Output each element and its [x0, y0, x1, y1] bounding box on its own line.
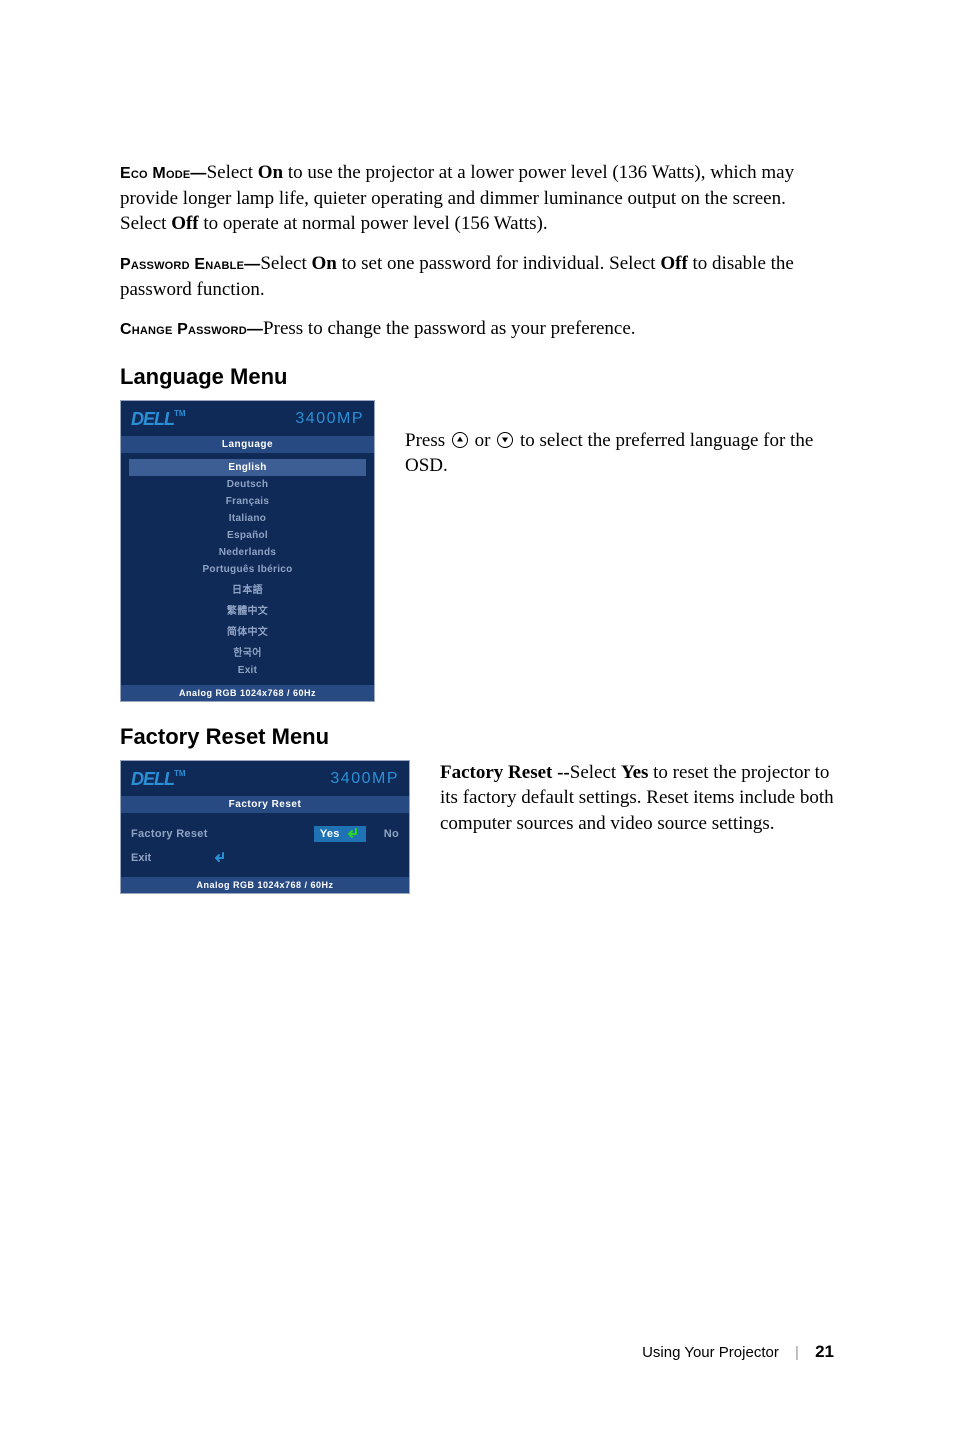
language-option: 简体中文	[129, 620, 366, 641]
page-footer: Using Your Projector | 21	[642, 1342, 834, 1362]
eco-mode-off: Off	[171, 213, 198, 234]
eco-mode-paragraph: Eco Mode—Select On to use the projector …	[120, 160, 834, 237]
enter-icon	[344, 828, 358, 840]
dell-tm: TM	[174, 409, 186, 418]
factory-menu-status: Analog RGB 1024x768 / 60Hz	[121, 877, 409, 893]
change-password-paragraph: Change Password—Press to change the pass…	[120, 316, 834, 342]
factory-exit-row: Exit	[129, 847, 401, 869]
language-option: Español	[129, 527, 366, 544]
model-label: 3400MP	[330, 770, 399, 788]
factory-reset-row: DELLTM 3400MP Factory Reset Factory Rese…	[120, 760, 834, 894]
language-option: English	[129, 459, 366, 476]
eco-mode-text-1: Select	[207, 162, 258, 183]
factory-reset-heading: Factory Reset Menu	[120, 724, 834, 750]
factory-menu-title: Factory Reset	[121, 796, 409, 813]
enter-icon	[211, 852, 225, 864]
language-option: Nederlands	[129, 544, 366, 561]
language-option: Français	[129, 493, 366, 510]
language-option: Português Ibérico	[129, 561, 366, 578]
factory-reset-no: No	[384, 828, 399, 840]
footer-page-number: 21	[815, 1342, 834, 1361]
pw-enable-off: Off	[660, 253, 687, 274]
factory-reset-label: Factory Reset	[131, 828, 208, 840]
pw-enable-text-2: to set one password for individual. Sele…	[337, 253, 660, 274]
fr-desc-head: Factory Reset --	[440, 762, 570, 783]
language-option: Deutsch	[129, 476, 366, 493]
pw-enable-head: Password Enable—	[120, 256, 260, 273]
down-arrow-icon	[497, 432, 513, 448]
language-menu-desc: Press or to select the preferred languag…	[405, 400, 834, 702]
language-menu-heading: Language Menu	[120, 364, 834, 390]
lang-desc-mid: or	[470, 430, 495, 451]
model-label: 3400MP	[295, 410, 364, 428]
language-option: Exit	[129, 662, 366, 679]
eco-mode-on: On	[258, 162, 283, 183]
language-menu-row: DELLTM 3400MP Language EnglishDeutschFra…	[120, 400, 834, 702]
language-menu-panel: DELLTM 3400MP Language EnglishDeutschFra…	[120, 400, 375, 702]
factory-reset-option-row: Factory Reset Yes No	[129, 821, 401, 847]
fr-desc-pre: Select	[570, 762, 621, 783]
language-option: 日本語	[129, 578, 366, 599]
yes-label: Yes	[320, 828, 340, 840]
pw-enable-on: On	[312, 253, 337, 274]
factory-menu-body: Factory Reset Yes No Exit	[121, 813, 409, 877]
language-menu-title: Language	[121, 436, 374, 453]
language-menu-header: DELLTM 3400MP	[121, 401, 374, 436]
factory-reset-desc: Factory Reset --Select Yes to reset the …	[440, 760, 834, 894]
language-menu-items: EnglishDeutschFrançaisItalianoEspañolNed…	[121, 453, 374, 685]
footer-section: Using Your Projector	[642, 1344, 779, 1361]
dell-logo: DELLTM	[131, 409, 186, 430]
chg-pw-text: Press to change the password as your pre…	[263, 318, 635, 339]
chg-pw-head: Change Password—	[120, 321, 263, 338]
dell-logo: DELLTM	[131, 769, 186, 790]
factory-reset-yes: Yes	[314, 826, 366, 842]
up-arrow-icon	[452, 432, 468, 448]
dell-logo-text: DELL	[131, 769, 174, 789]
language-option: Italiano	[129, 510, 366, 527]
password-enable-paragraph: Password Enable—Select On to set one pas…	[120, 251, 834, 302]
language-option: 한국어	[129, 641, 366, 662]
factory-menu-header: DELLTM 3400MP	[121, 761, 409, 796]
language-menu-status: Analog RGB 1024x768 / 60Hz	[121, 685, 374, 701]
language-option: 繁體中文	[129, 599, 366, 620]
eco-mode-text-3: to operate at normal power level (156 Wa…	[199, 213, 548, 234]
footer-divider: |	[795, 1344, 799, 1361]
exit-label: Exit	[131, 852, 151, 864]
dell-logo-text: DELL	[131, 409, 174, 429]
dell-tm: TM	[174, 769, 186, 778]
lang-desc-pre: Press	[405, 430, 450, 451]
eco-mode-head: Eco Mode—	[120, 165, 207, 182]
pw-enable-text-1: Select	[260, 253, 311, 274]
factory-reset-panel: DELLTM 3400MP Factory Reset Factory Rese…	[120, 760, 410, 894]
fr-desc-yes: Yes	[621, 762, 648, 783]
